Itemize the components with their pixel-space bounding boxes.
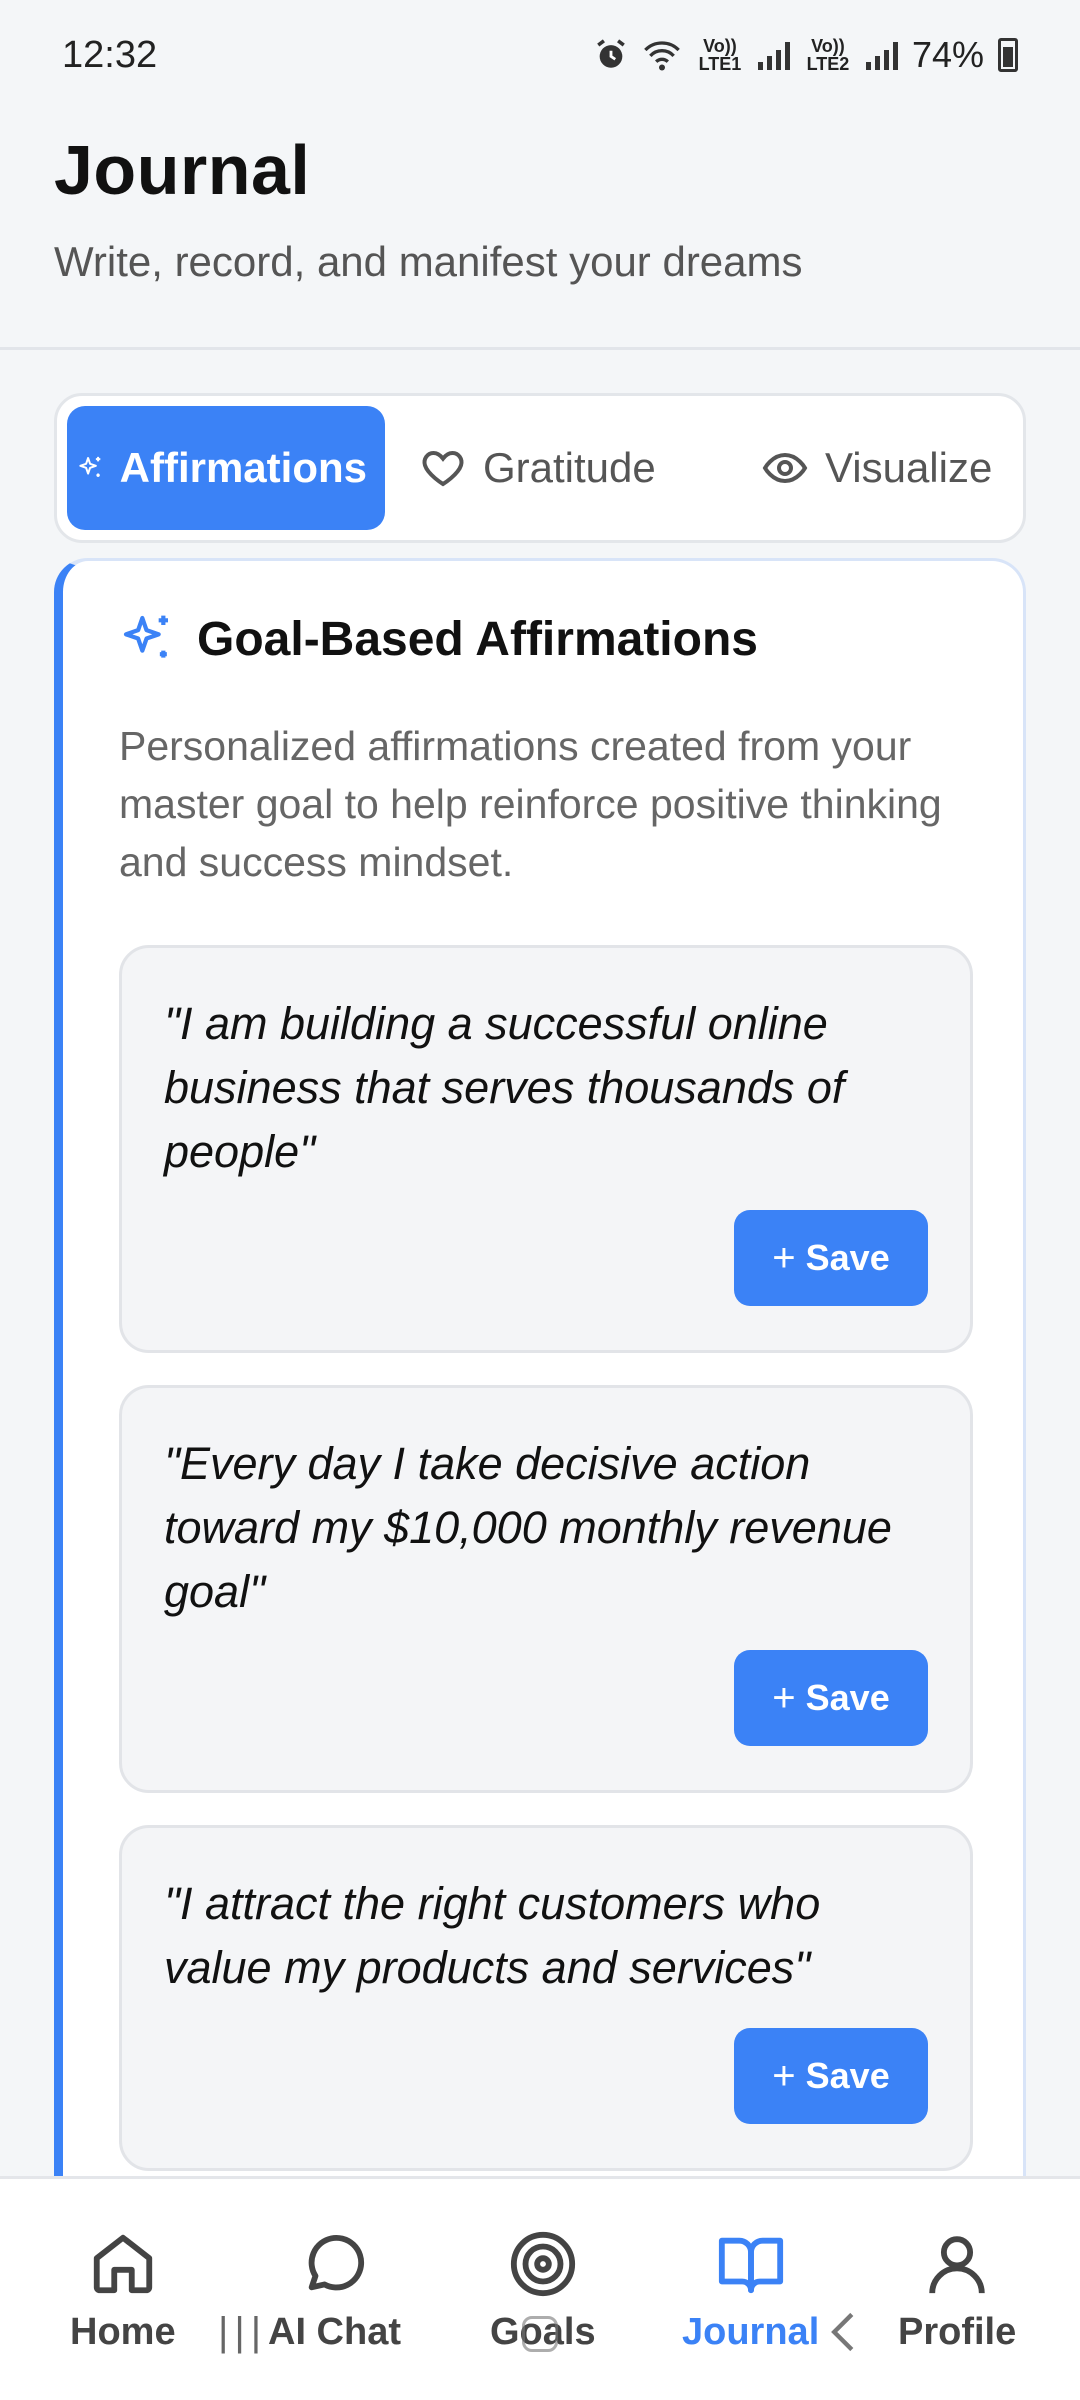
- affirmation-item: "I attract the right customers who value…: [119, 1825, 973, 2171]
- nav-ai-chat[interactable]: AI Chat: [268, 2229, 401, 2354]
- user-icon: [929, 2236, 985, 2294]
- nav-home[interactable]: Home: [70, 2229, 176, 2354]
- page-title: Journal: [54, 131, 311, 209]
- home-pill-icon[interactable]: [522, 2316, 558, 2352]
- page-subtitle: Write, record, and manifest your dreams: [54, 238, 803, 285]
- book-icon: [718, 2237, 783, 2294]
- save-button[interactable]: + Save: [734, 2028, 928, 2124]
- save-label: Save: [805, 2055, 890, 2096]
- alarm-icon: [597, 39, 625, 68]
- recent-apps-icon[interactable]: |||: [218, 2310, 267, 2355]
- tab-gratitude[interactable]: Gratitude: [401, 406, 701, 530]
- tab-label: Gratitude: [483, 444, 656, 491]
- affirmation-item: "I am building a successful online busin…: [119, 945, 973, 1353]
- status-bar: 12:32 Vo)) LTE1 Vo)) LTE2 74%: [0, 0, 1080, 110]
- sparkles-icon: [123, 615, 168, 658]
- affirmation-item: "Every day I take decisive action toward…: [119, 1385, 973, 1793]
- nav-label: Journal: [682, 2311, 820, 2353]
- back-icon[interactable]: [828, 2310, 858, 2364]
- sim2-label: Vo)) LTE2: [806, 36, 850, 74]
- save-button[interactable]: + Save: [734, 1650, 928, 1746]
- plus-icon: +: [772, 2053, 796, 2098]
- plus-icon: +: [772, 1675, 796, 1720]
- tab-label: Visualize: [825, 444, 993, 491]
- card-title-row: Goal-Based Affirmations: [119, 611, 969, 667]
- home-icon: [93, 2234, 152, 2294]
- plus-icon: +: [772, 1235, 796, 1280]
- tab-affirmations[interactable]: Affirmations: [67, 406, 385, 530]
- signal-bars-2: [865, 40, 898, 70]
- status-time: 12:32: [62, 33, 158, 76]
- wifi-icon: [644, 41, 680, 71]
- affirmation-text: "I am building a successful online busin…: [164, 998, 845, 1177]
- nav-label: AI Chat: [268, 2311, 401, 2353]
- nav-label: Home: [70, 2311, 176, 2353]
- card-description: Personalized affirmations created from y…: [119, 723, 942, 885]
- battery-icon: [998, 38, 1018, 72]
- sim1-label: Vo)) LTE1: [698, 36, 742, 74]
- save-label: Save: [805, 1237, 890, 1278]
- status-icons: Vo)) LTE1 Vo)) LTE2 74%: [594, 34, 1018, 76]
- save-label: Save: [805, 1677, 890, 1718]
- target-icon: [510, 2231, 575, 2297]
- nav-journal[interactable]: Journal: [682, 2229, 819, 2354]
- affirmations-card: Goal-Based Affirmations Personalized aff…: [54, 558, 1026, 2318]
- chat-bubble-icon: [308, 2234, 364, 2291]
- tab-label: Affirmations: [119, 444, 367, 491]
- heart-icon: [422, 450, 464, 487]
- signal-bars-1: [757, 40, 790, 70]
- sparkles-icon: [79, 456, 101, 477]
- save-button[interactable]: + Save: [734, 1210, 928, 1306]
- affirmation-text: "I attract the right customers who value…: [164, 1878, 821, 1993]
- battery-percent: 74%: [911, 34, 984, 75]
- bottom-nav: Home AI Chat Goals Journal Profile: [0, 2176, 1080, 2400]
- card-title: Goal-Based Affirmations: [197, 612, 758, 666]
- nav-label: Profile: [898, 2311, 1017, 2353]
- journal-tabs: Affirmations Gratitude Visualize: [54, 393, 1026, 543]
- page-header: Journal Write, record, and manifest your…: [0, 110, 1080, 350]
- tab-visualize[interactable]: Visualize: [743, 406, 1010, 530]
- nav-profile[interactable]: Profile: [898, 2229, 1016, 2354]
- eye-icon: [762, 452, 808, 484]
- affirmation-text: "Every day I take decisive action toward…: [164, 1438, 892, 1617]
